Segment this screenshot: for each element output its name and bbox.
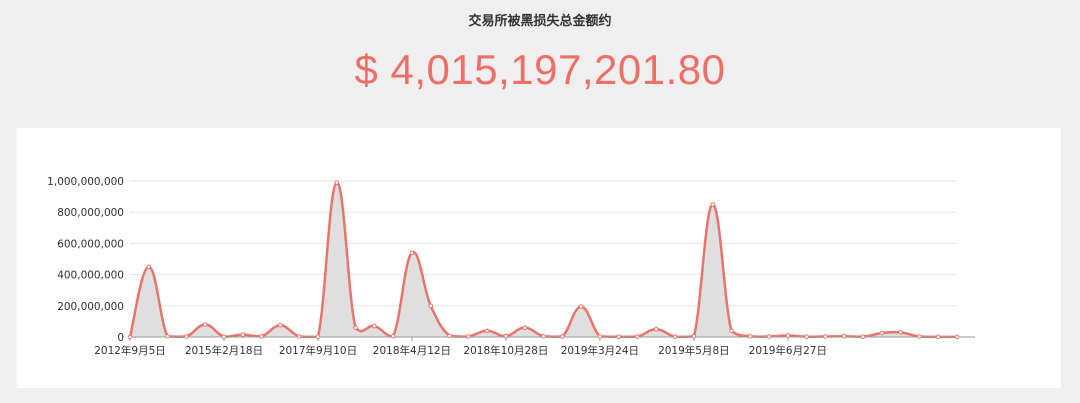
area-layer xyxy=(128,181,958,339)
data-point xyxy=(917,334,922,339)
page-title: 交易所被黑损失总金额约 xyxy=(468,14,612,29)
data-point xyxy=(146,264,152,270)
y-tick-label: 800,000,000 xyxy=(57,207,124,219)
series-area xyxy=(130,182,957,337)
data-point xyxy=(635,334,640,339)
data-point xyxy=(672,334,678,339)
data-point xyxy=(710,202,715,207)
data-point xyxy=(823,334,828,339)
data-point xyxy=(766,334,772,339)
data-point xyxy=(804,334,809,339)
x-tick-label: 2018年10月28日 xyxy=(463,344,548,357)
data-point xyxy=(296,334,302,339)
hack-loss-area-chart: 0 200,000,000 400,000,000 600,000,000 800,00… xyxy=(47,176,975,357)
data-point xyxy=(559,334,565,339)
data-point xyxy=(466,334,471,339)
x-tick-label: 2019年6月27日 xyxy=(749,344,827,357)
series-line xyxy=(128,181,958,339)
data-point xyxy=(935,334,941,340)
data-point xyxy=(691,333,697,339)
y-tick-label: 600,000,000 xyxy=(57,238,124,250)
y-tick-label: 400,000,000 xyxy=(57,270,124,282)
data-point xyxy=(616,334,621,339)
data-point xyxy=(334,180,340,185)
data-point xyxy=(278,323,283,328)
data-point xyxy=(447,333,452,339)
x-tick-label: 2018年4月12日 xyxy=(373,344,451,357)
y-tick-label: 0 xyxy=(117,332,124,344)
data-point xyxy=(578,304,584,309)
grid-layer xyxy=(130,180,957,307)
data-point xyxy=(729,328,734,334)
data-point xyxy=(597,334,603,339)
data-point xyxy=(898,330,903,335)
data-point xyxy=(522,325,528,330)
data-point xyxy=(184,334,189,339)
y-tick-label: 1,000,000,000 xyxy=(47,176,124,188)
data-point xyxy=(259,333,264,339)
chart-card: 0 200,000,000 400,000,000 600,000,000 800,00… xyxy=(17,128,1061,388)
x-tick-label: 2012年9月5日 xyxy=(94,344,166,357)
data-point xyxy=(127,334,133,340)
data-point xyxy=(653,326,659,332)
data-point xyxy=(221,334,227,339)
data-point xyxy=(353,325,358,330)
data-point xyxy=(841,333,847,339)
data-point xyxy=(785,333,791,338)
data-point xyxy=(747,333,753,339)
total-amount: $ 4,015,197,201.80 xyxy=(354,46,726,93)
data-point xyxy=(372,323,377,329)
data-point xyxy=(202,322,208,327)
data-point xyxy=(165,333,170,339)
data-point xyxy=(860,334,866,339)
data-point xyxy=(240,332,246,337)
data-point xyxy=(541,333,546,339)
data-point xyxy=(503,333,509,339)
data-point xyxy=(409,250,415,256)
data-point xyxy=(390,333,396,339)
x-tick-label: 2015年2月18日 xyxy=(185,344,263,357)
point-layer xyxy=(127,180,960,340)
data-point xyxy=(428,303,434,309)
x-tick-label: 2019年5月8日 xyxy=(658,344,730,357)
x-tick-label: 2019年3月24日 xyxy=(561,344,639,357)
data-point xyxy=(484,328,490,334)
data-point xyxy=(879,330,885,336)
x-tick-label: 2017年9月10日 xyxy=(279,344,357,357)
data-point xyxy=(315,334,321,339)
y-tick-label: 200,000,000 xyxy=(57,301,124,313)
data-point xyxy=(954,334,960,340)
